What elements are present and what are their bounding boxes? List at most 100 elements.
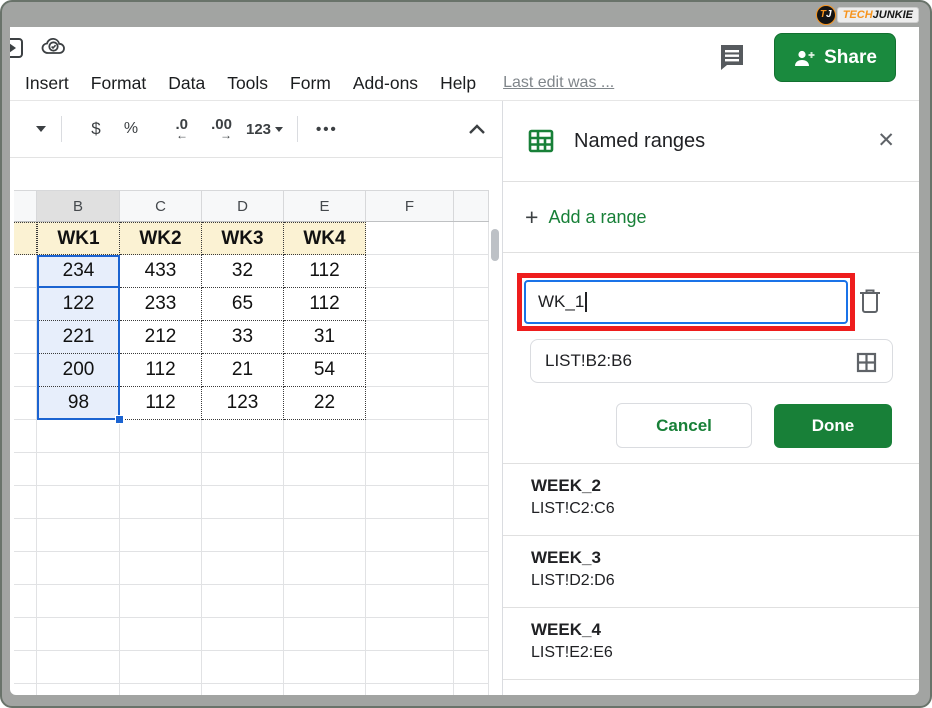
add-range-button[interactable]: + Add a range — [503, 182, 919, 253]
cell[interactable] — [454, 420, 489, 453]
cell[interactable] — [202, 552, 284, 585]
cell[interactable]: 21 — [202, 354, 284, 387]
column-header-c[interactable]: C — [120, 191, 202, 221]
cell[interactable] — [14, 222, 37, 255]
cell[interactable] — [120, 486, 202, 519]
cell[interactable] — [366, 618, 454, 651]
menu-form[interactable]: Form — [279, 73, 342, 94]
cell[interactable] — [37, 684, 120, 695]
done-button[interactable]: Done — [774, 404, 892, 448]
cell[interactable]: 433 — [120, 255, 202, 288]
cell[interactable] — [366, 288, 454, 321]
cell[interactable] — [14, 420, 37, 453]
cell[interactable] — [454, 618, 489, 651]
cell[interactable] — [366, 453, 454, 486]
cell[interactable] — [454, 222, 489, 255]
cell[interactable]: WK3 — [202, 222, 284, 255]
cell[interactable] — [120, 651, 202, 684]
cell[interactable] — [366, 222, 454, 255]
cell[interactable] — [202, 420, 284, 453]
menu-format[interactable]: Format — [80, 73, 157, 94]
cell[interactable] — [366, 519, 454, 552]
cell[interactable] — [37, 651, 120, 684]
cell[interactable] — [37, 486, 120, 519]
format-currency-button[interactable]: $ — [83, 119, 109, 139]
cell[interactable] — [202, 585, 284, 618]
cell[interactable] — [120, 552, 202, 585]
cell[interactable] — [366, 585, 454, 618]
cell[interactable] — [120, 519, 202, 552]
cell[interactable] — [37, 420, 120, 453]
cell[interactable] — [14, 552, 37, 585]
cloud-saved-icon[interactable] — [40, 35, 68, 64]
cell[interactable] — [120, 684, 202, 695]
cell[interactable]: WK1 — [37, 222, 120, 255]
close-icon[interactable]: ✕ — [877, 128, 895, 153]
cell[interactable] — [366, 651, 454, 684]
share-button[interactable]: Share — [774, 33, 896, 82]
named-range-item[interactable]: WEEK_4 LIST!E2:E6 — [503, 608, 919, 680]
cell[interactable] — [37, 552, 120, 585]
cell[interactable]: 122 — [37, 288, 120, 321]
last-edit-link[interactable]: Last edit was ... — [503, 74, 614, 92]
cell[interactable] — [366, 486, 454, 519]
cell[interactable] — [366, 321, 454, 354]
cell[interactable] — [202, 519, 284, 552]
menu-insert[interactable]: Insert — [14, 73, 80, 94]
cell[interactable] — [14, 321, 37, 354]
cell[interactable]: 32 — [202, 255, 284, 288]
fill-handle[interactable] — [115, 415, 124, 424]
cell[interactable] — [284, 519, 366, 552]
column-header-d[interactable]: D — [202, 191, 284, 221]
cell[interactable]: 54 — [284, 354, 366, 387]
cell[interactable] — [454, 486, 489, 519]
cell[interactable] — [284, 420, 366, 453]
decrease-decimal-button[interactable]: .0← — [160, 118, 188, 140]
cell[interactable] — [14, 288, 37, 321]
cell[interactable] — [284, 552, 366, 585]
cell[interactable]: 112 — [284, 255, 366, 288]
cell[interactable] — [120, 618, 202, 651]
cell[interactable] — [284, 486, 366, 519]
cell[interactable] — [37, 585, 120, 618]
cell[interactable]: 112 — [120, 387, 202, 420]
cell[interactable] — [454, 453, 489, 486]
menu-add-ons[interactable]: Add-ons — [342, 73, 429, 94]
cell[interactable] — [202, 651, 284, 684]
cell[interactable]: 112 — [284, 288, 366, 321]
column-header-f[interactable]: F — [366, 191, 454, 221]
column-header[interactable] — [14, 191, 37, 221]
formula-bar[interactable] — [10, 158, 502, 190]
cell[interactable] — [366, 255, 454, 288]
cell[interactable] — [14, 453, 37, 486]
cell[interactable] — [284, 585, 366, 618]
cell[interactable] — [120, 453, 202, 486]
cell[interactable] — [454, 651, 489, 684]
dropdown-caret-icon[interactable] — [36, 126, 46, 132]
vertical-scrollbar-thumb[interactable] — [491, 229, 499, 261]
format-percent-button[interactable]: % — [118, 120, 144, 138]
cell[interactable] — [454, 321, 489, 354]
cancel-button[interactable]: Cancel — [616, 403, 752, 448]
cell[interactable]: 123 — [202, 387, 284, 420]
more-formats-button[interactable]: 123 — [246, 121, 283, 138]
cell[interactable]: 112 — [120, 354, 202, 387]
cell[interactable] — [454, 288, 489, 321]
cell[interactable] — [284, 651, 366, 684]
cell[interactable] — [366, 552, 454, 585]
cell[interactable] — [14, 354, 37, 387]
cell[interactable]: 22 — [284, 387, 366, 420]
cell[interactable] — [202, 618, 284, 651]
cell[interactable] — [120, 420, 202, 453]
cell[interactable]: 221 — [37, 321, 120, 354]
cell[interactable] — [366, 387, 454, 420]
comment-history-button[interactable] — [716, 41, 750, 75]
cell[interactable] — [454, 585, 489, 618]
range-reference-input[interactable]: LIST!B2:B6 — [530, 339, 893, 383]
cell[interactable]: 31 — [284, 321, 366, 354]
cell[interactable]: 234 — [37, 255, 120, 288]
cell[interactable]: 33 — [202, 321, 284, 354]
delete-range-icon[interactable] — [858, 287, 882, 319]
cell[interactable] — [454, 354, 489, 387]
column-header[interactable] — [454, 191, 489, 221]
